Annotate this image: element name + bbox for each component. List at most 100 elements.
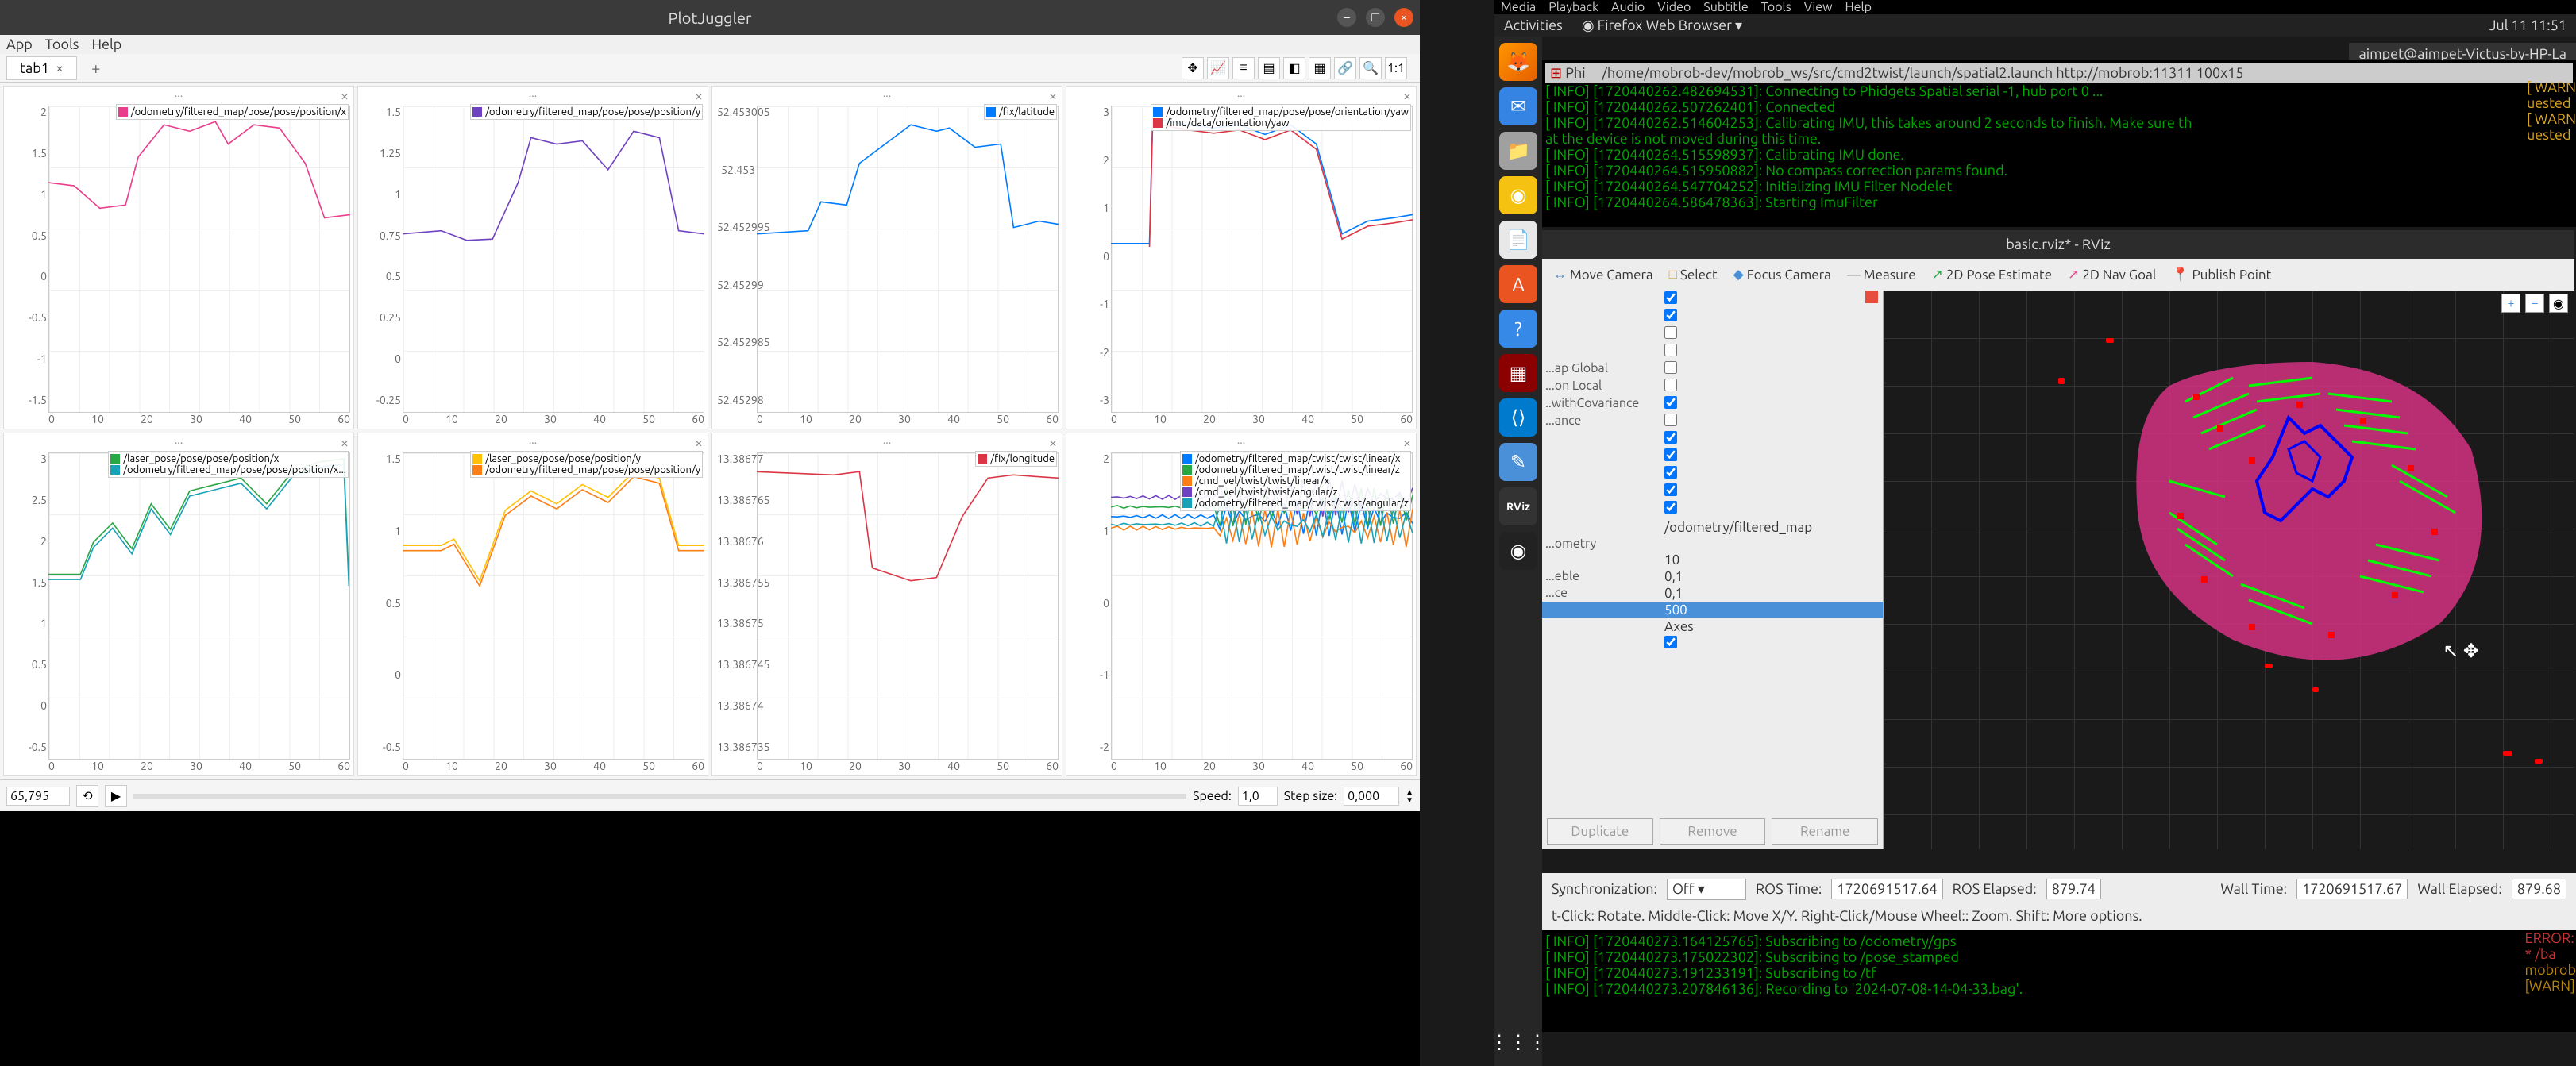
tree-value[interactable] bbox=[1664, 431, 1880, 447]
tree-row[interactable] bbox=[1542, 430, 1883, 448]
time-slider[interactable] bbox=[133, 794, 1186, 799]
tree-row[interactable]: ...eble0,1 bbox=[1542, 568, 1883, 585]
maximize-button[interactable]: □ bbox=[1366, 8, 1385, 27]
checkbox[interactable] bbox=[1664, 483, 1677, 496]
menu-app[interactable]: App bbox=[6, 37, 33, 52]
tree-row[interactable]: ...ance bbox=[1542, 413, 1883, 430]
tree-row[interactable]: 10 bbox=[1542, 552, 1883, 568]
rviz-tool-focus-camera[interactable]: ◆Focus Camera bbox=[1729, 265, 1836, 284]
tree-row[interactable]: ...on Local bbox=[1542, 378, 1883, 395]
checkbox[interactable] bbox=[1664, 361, 1677, 374]
tree-value[interactable] bbox=[1664, 309, 1880, 325]
tree-row[interactable] bbox=[1542, 483, 1883, 500]
checkbox[interactable] bbox=[1664, 379, 1677, 391]
terminal-top[interactable]: ⊞ Phi /home/mobrob-dev/mobrob_ws/src/cmd… bbox=[1542, 60, 2576, 227]
close-button[interactable]: × bbox=[1394, 8, 1413, 27]
dock-rviz-icon[interactable]: RViz bbox=[1499, 487, 1537, 525]
toolbar-1:1-button[interactable]: 1:1 bbox=[1385, 57, 1407, 79]
dock-terminator-icon[interactable]: ▦ bbox=[1499, 354, 1537, 392]
menu-subtitle[interactable]: Subtitle bbox=[1703, 0, 1748, 14]
menu-tools[interactable]: Tools bbox=[45, 37, 79, 52]
tree-value[interactable] bbox=[1664, 448, 1880, 464]
toolbar-zoom-button[interactable]: 🔍 bbox=[1359, 57, 1382, 79]
plot-legend[interactable]: /fix/longitude bbox=[975, 451, 1057, 467]
tree-value[interactable]: 500 bbox=[1664, 602, 1880, 618]
checkbox[interactable] bbox=[1664, 396, 1677, 409]
tree-value[interactable] bbox=[1664, 326, 1880, 342]
minimize-button[interactable]: − bbox=[1337, 8, 1356, 27]
checkbox[interactable] bbox=[1664, 291, 1677, 304]
dock-show-apps-icon[interactable]: ⋮⋮⋮ bbox=[1490, 1031, 1547, 1053]
tree-row[interactable] bbox=[1542, 308, 1883, 325]
dock-help-icon[interactable]: ? bbox=[1499, 310, 1537, 348]
zoom-out-button[interactable]: − bbox=[2525, 294, 2544, 313]
plot-legend[interactable]: /laser_pose/pose/pose/position/x/odometr… bbox=[108, 451, 349, 478]
tree-value[interactable]: Axes bbox=[1664, 619, 1880, 634]
rviz-tool-select[interactable]: □Select bbox=[1664, 265, 1722, 284]
toolbar-chart-button[interactable]: 📈 bbox=[1207, 57, 1229, 79]
rviz-tool-move-camera[interactable]: ↔Move Camera bbox=[1548, 265, 1658, 284]
displays-tree[interactable]: ...ap Global...on Local..withCovariance.… bbox=[1542, 291, 1883, 814]
tab-add-button[interactable]: + bbox=[83, 56, 108, 80]
plot-2[interactable]: ...×/fix/latitude52.45300552.45352.45299… bbox=[711, 86, 1062, 429]
tree-value[interactable] bbox=[1664, 537, 1880, 551]
checkbox[interactable] bbox=[1664, 326, 1677, 339]
checkbox[interactable] bbox=[1664, 501, 1677, 514]
tab-close-icon[interactable]: × bbox=[56, 60, 64, 76]
toolbar-legend-button[interactable]: ◧ bbox=[1283, 57, 1305, 79]
rviz-tool-publish-point[interactable]: 📍Publish Point bbox=[2167, 265, 2276, 284]
plot-3[interactable]: ...×/odometry/filtered_map/pose/pose/ori… bbox=[1066, 86, 1417, 429]
menu-help[interactable]: Help bbox=[1845, 0, 1872, 14]
plot-legend[interactable]: /odometry/filtered_map/twist/twist/linea… bbox=[1180, 451, 1411, 511]
toolbar-list-button[interactable]: ≡ bbox=[1232, 57, 1255, 79]
toolbar-move-button[interactable]: ✥ bbox=[1182, 57, 1204, 79]
dock-obs-icon[interactable]: ◉ bbox=[1499, 532, 1537, 570]
dock-vscode-icon[interactable]: ⟨⟩ bbox=[1499, 398, 1537, 437]
loop-button[interactable]: ⟲ bbox=[76, 785, 98, 807]
checkbox[interactable] bbox=[1664, 448, 1677, 461]
menu-audio[interactable]: Audio bbox=[1611, 0, 1645, 14]
dock-thunderbird-icon[interactable]: ✉ bbox=[1499, 87, 1537, 125]
tree-row[interactable]: ...ap Global bbox=[1542, 360, 1883, 378]
zoom-in-button[interactable]: + bbox=[2501, 294, 2520, 313]
menu-help[interactable]: Help bbox=[92, 37, 122, 52]
plot-legend[interactable]: /odometry/filtered_map/pose/pose/positio… bbox=[470, 104, 703, 120]
zoom-reset-button[interactable]: ◉ bbox=[2549, 294, 2568, 313]
rviz-titlebar[interactable]: basic.rviz* - RViz bbox=[1542, 230, 2574, 259]
tree-row[interactable] bbox=[1542, 465, 1883, 483]
plot-5[interactable]: ...×/laser_pose/pose/pose/position/y/odo… bbox=[357, 433, 708, 776]
menu-playback[interactable]: Playback bbox=[1548, 0, 1598, 14]
activities-button[interactable]: Activities bbox=[1504, 17, 1563, 33]
menu-tools[interactable]: Tools bbox=[1761, 0, 1791, 14]
time-input[interactable] bbox=[6, 787, 70, 806]
dock-software-icon[interactable]: A bbox=[1499, 265, 1537, 303]
tree-row[interactable]: Axes bbox=[1542, 618, 1883, 635]
plot-7[interactable]: ...×/odometry/filtered_map/twist/twist/l… bbox=[1066, 433, 1417, 776]
play-button[interactable]: ▶ bbox=[105, 785, 127, 807]
rviz-tool-2d-pose-estimate[interactable]: ↗2D Pose Estimate bbox=[1927, 265, 2057, 284]
tree-row[interactable]: /odometry/filtered_map bbox=[1542, 519, 1883, 536]
tree-row[interactable] bbox=[1542, 343, 1883, 360]
checkbox[interactable] bbox=[1664, 466, 1677, 479]
plot-legend[interactable]: /odometry/filtered_map/pose/pose/positio… bbox=[116, 104, 349, 120]
checkbox[interactable] bbox=[1664, 414, 1677, 426]
tree-row[interactable] bbox=[1542, 500, 1883, 518]
rename-button[interactable]: Rename bbox=[1772, 818, 1878, 845]
tree-value[interactable]: 0,1 bbox=[1664, 586, 1880, 601]
tree-value[interactable]: 0,1 bbox=[1664, 569, 1880, 584]
tree-row[interactable] bbox=[1542, 291, 1883, 308]
plot-0[interactable]: ...×/odometry/filtered_map/pose/pose/pos… bbox=[3, 86, 354, 429]
tab-1[interactable]: tab1 × bbox=[6, 56, 77, 80]
rviz-tool-measure[interactable]: —Measure bbox=[1842, 266, 1921, 284]
tree-value[interactable] bbox=[1664, 361, 1880, 377]
sync-select[interactable]: Off ▾ bbox=[1667, 879, 1746, 900]
active-app[interactable]: ◉ Firefox Web Browser ▾ bbox=[1582, 17, 1742, 34]
plot-4[interactable]: ...×/laser_pose/pose/pose/position/x/odo… bbox=[3, 433, 354, 776]
plot-legend[interactable]: /odometry/filtered_map/pose/pose/orienta… bbox=[1151, 104, 1411, 131]
3d-viewport[interactable]: ↖ ✥ + − ◉ bbox=[1884, 291, 2574, 849]
tree-value[interactable] bbox=[1664, 396, 1880, 412]
plot-legend[interactable]: /laser_pose/pose/pose/position/y/odometr… bbox=[470, 451, 703, 478]
tree-row[interactable] bbox=[1542, 325, 1883, 343]
tree-value[interactable] bbox=[1664, 344, 1880, 360]
duplicate-button[interactable]: Duplicate bbox=[1547, 818, 1653, 845]
